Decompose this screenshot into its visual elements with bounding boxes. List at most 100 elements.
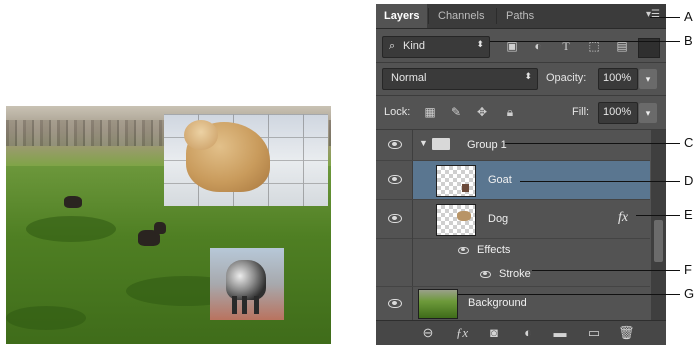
kind-filter-select[interactable]: ⌕ Kind ⬍ (382, 36, 490, 58)
layer-name-goat: Goat (488, 174, 512, 186)
lock-row: Lock: ▦ ✎ ✥ 🔒︎ Fill: 100% ▾ (376, 98, 666, 128)
blend-mode-value: Normal (391, 72, 427, 84)
new-group-icon[interactable]: ▬ (552, 325, 568, 341)
effects-label: Effects (477, 244, 511, 256)
goat-leg (242, 296, 247, 314)
visibility-column (376, 262, 413, 286)
panel-tab-bar: Layers Channels Paths ▾☰ (376, 4, 666, 29)
callout-line-f (532, 270, 680, 271)
lock-transparency-icon[interactable]: ▦ (422, 104, 438, 120)
tab-layers[interactable]: Layers (376, 4, 428, 28)
callout-f: F (684, 262, 692, 277)
tab-divider (496, 8, 497, 24)
divider (376, 62, 666, 63)
link-layers-icon[interactable]: ⊖ (420, 325, 436, 341)
visibility-column (376, 130, 413, 160)
blend-mode-select[interactable]: Normal ⬍ (382, 68, 538, 90)
effects-eye-icon[interactable] (458, 247, 469, 254)
fill-label: Fill: (572, 106, 590, 118)
panel-menu-icon[interactable]: ▾☰ (646, 9, 660, 21)
lock-label: Lock: (384, 106, 411, 118)
callout-a: A (684, 9, 693, 24)
folder-icon (432, 138, 450, 150)
layer-thumbnail-background (418, 289, 458, 319)
dog-thumb-mark (457, 211, 471, 221)
search-icon: ⌕ (389, 40, 396, 52)
layer-row-dog[interactable]: Dog fx (376, 200, 650, 239)
callout-b: B (684, 33, 693, 48)
eye-icon[interactable] (388, 140, 402, 149)
disclosure-triangle-icon[interactable]: ▼ (419, 138, 428, 148)
grass-shadow (26, 216, 116, 242)
layers-bottom-toolbar: ⊖ ƒx ◙ ◐ ▬ ▭ 🗑︎ (376, 320, 666, 345)
callout-e: E (684, 207, 693, 222)
new-layer-icon[interactable]: ▭ (586, 325, 602, 341)
fill-input[interactable]: 100% (598, 102, 638, 124)
goat-leg (232, 296, 237, 314)
far-goat (154, 222, 166, 234)
updown-arrows-icon: ⬍ (524, 71, 532, 81)
visibility-column (376, 238, 413, 262)
layer-row-effects[interactable]: Effects (376, 238, 650, 262)
layers-list: ▼ Group 1 Goat Dog fx Effects Stroke Bac… (376, 130, 650, 320)
dog-layer-image[interactable] (164, 114, 328, 206)
tab-paths[interactable]: Paths (498, 4, 542, 28)
far-goat (64, 196, 82, 208)
lock-position-icon[interactable]: ✥ (474, 104, 490, 120)
callout-c: C (684, 135, 694, 150)
goat-layer-image[interactable] (210, 248, 284, 320)
callout-line-g (458, 294, 680, 295)
filter-row: ⌕ Kind ⬍ ▣ ◐ T ⬚ ▤ (376, 32, 666, 62)
fill-dropdown-button[interactable]: ▾ (639, 103, 657, 123)
visibility-column (376, 161, 413, 199)
visibility-column (376, 200, 413, 238)
callout-line-d (520, 181, 680, 182)
layer-name-dog: Dog (488, 213, 509, 225)
layer-row-group[interactable]: ▼ Group 1 (376, 130, 650, 161)
layers-panel: Layers Channels Paths ▾☰ ⌕ Kind ⬍ ▣ ◐ T … (376, 4, 666, 345)
add-style-icon[interactable]: ƒx (454, 325, 470, 341)
opacity-label: Opacity: (546, 72, 587, 84)
layers-scrollbar[interactable] (651, 130, 666, 320)
dog-head (184, 120, 218, 150)
divider (376, 95, 666, 96)
opacity-value: 100% (603, 72, 632, 84)
layer-thumbnail-goat (436, 165, 476, 197)
visibility-column (376, 287, 413, 320)
layer-name-background: Background (468, 297, 527, 309)
kind-filter-label: Kind (403, 40, 426, 52)
lock-all-icon[interactable]: 🔒︎ (502, 104, 518, 120)
layer-name-group: Group 1 (467, 139, 507, 151)
callout-line-a (650, 17, 680, 18)
document-canvas (6, 106, 331, 344)
stroke-eye-icon[interactable] (480, 271, 491, 278)
callout-d: D (684, 173, 694, 188)
goat-thumb-mark (462, 184, 469, 192)
goat-body (226, 260, 266, 300)
callout-line-e (636, 215, 680, 216)
adjustment-layer-icon[interactable]: ◐ (520, 325, 536, 341)
trash-icon[interactable]: 🗑︎ (618, 325, 635, 341)
scrollbar-thumb[interactable] (654, 220, 663, 262)
tab-divider (428, 8, 429, 24)
grass-shadow (6, 306, 86, 330)
eye-icon[interactable] (388, 299, 402, 308)
blend-row: Normal ⬍ Opacity: 100% ▾ (376, 64, 666, 94)
updown-arrows-icon: ⬍ (476, 39, 484, 49)
opacity-dropdown-button[interactable]: ▾ (639, 69, 657, 89)
goat-leg (254, 296, 259, 314)
add-mask-icon[interactable]: ◙ (486, 325, 502, 341)
layer-thumbnail-dog (436, 204, 476, 236)
eye-icon[interactable] (388, 214, 402, 223)
layer-row-background[interactable]: Background (376, 287, 650, 320)
tab-channels[interactable]: Channels (430, 4, 492, 28)
stroke-label: Stroke (499, 268, 531, 280)
callout-line-b (490, 41, 680, 42)
layer-effects-icon[interactable]: fx (618, 210, 628, 226)
fill-value: 100% (603, 106, 632, 118)
eye-icon[interactable] (388, 175, 402, 184)
callout-line-c (505, 143, 680, 144)
opacity-input[interactable]: 100% (598, 68, 638, 90)
lock-paint-icon[interactable]: ✎ (448, 104, 464, 120)
layer-row-stroke[interactable]: Stroke (376, 262, 650, 287)
